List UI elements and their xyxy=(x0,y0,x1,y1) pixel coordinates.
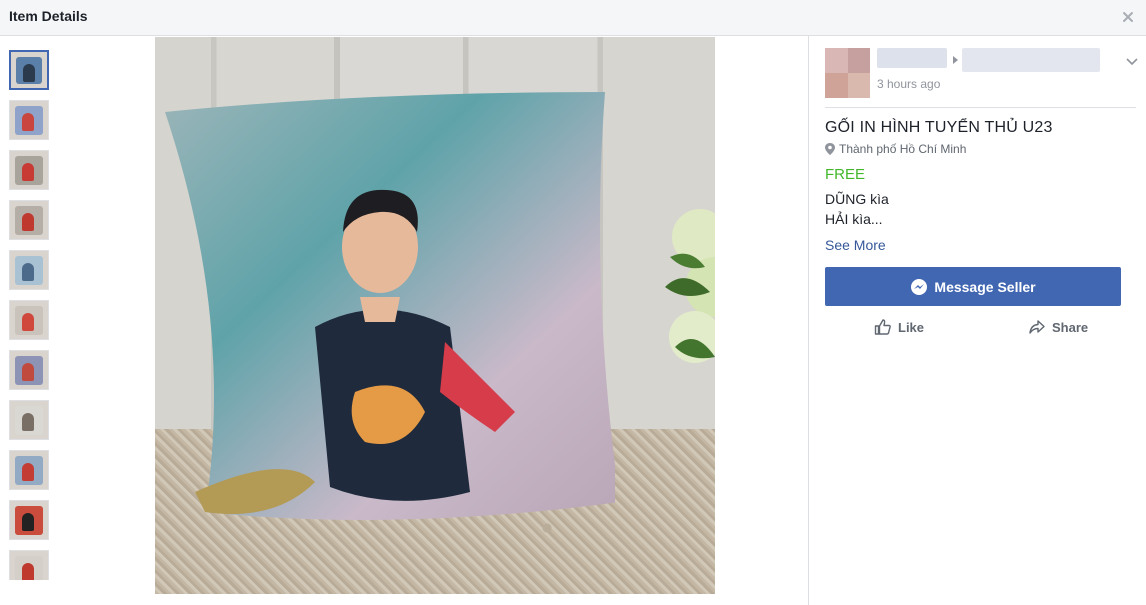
thumbnail-figure xyxy=(22,163,34,181)
item-photo xyxy=(155,37,715,594)
item-title: GỐI IN HÌNH TUYỂN THỦ U23 xyxy=(825,119,1053,136)
description-line: HẢI kìa... xyxy=(825,211,883,227)
like-button[interactable]: Like xyxy=(874,317,924,337)
thumbnail-figure xyxy=(22,113,34,131)
thumbnail-figure xyxy=(23,64,35,82)
like-label: Like xyxy=(898,319,925,335)
close-icon[interactable] xyxy=(1120,9,1136,25)
dialog-title: Item Details xyxy=(9,8,88,24)
thumbnail[interactable] xyxy=(9,450,49,490)
thumbnail[interactable] xyxy=(9,250,49,290)
thumbnail-figure xyxy=(22,413,34,431)
thumbnail[interactable] xyxy=(9,300,49,340)
description-line: DŨNG kìa xyxy=(825,191,889,207)
share-label: Share xyxy=(1052,319,1089,335)
thumbnail-figure xyxy=(22,313,34,331)
thumbnail[interactable] xyxy=(9,200,49,240)
location-label: Thành phố Hồ Chí Minh xyxy=(839,142,967,156)
thumbnail[interactable] xyxy=(9,50,49,90)
post-timestamp[interactable]: 3 hours ago xyxy=(877,77,940,91)
messenger-icon xyxy=(911,278,928,295)
separator xyxy=(825,107,1136,108)
thumbnail-figure xyxy=(22,363,34,381)
thumbnail-figure xyxy=(22,463,34,481)
thumbnail[interactable] xyxy=(9,350,49,390)
thumbnail-figure xyxy=(22,563,34,580)
thumbnail-figure xyxy=(22,213,34,231)
breadcrumb-arrow-icon xyxy=(953,56,958,64)
pillow-image xyxy=(165,92,615,520)
thumbnail-strip xyxy=(9,50,51,580)
see-more-link[interactable]: See More xyxy=(825,237,886,253)
seller-name-redacted[interactable] xyxy=(877,48,947,68)
location-pin-icon xyxy=(825,143,835,155)
item-price: FREE xyxy=(825,166,866,183)
panel-divider xyxy=(808,36,809,605)
thumbnail-figure xyxy=(22,263,34,281)
dialog-header: Item Details xyxy=(0,0,1146,36)
thumbnail[interactable] xyxy=(9,100,49,140)
avatar[interactable] xyxy=(825,48,870,98)
item-location: Thành phố Hồ Chí Minh xyxy=(825,142,966,156)
share-arrow-icon xyxy=(1029,320,1045,334)
flower-decoration xyxy=(665,209,715,363)
thumbs-up-icon xyxy=(874,319,891,335)
share-button[interactable]: Share xyxy=(1028,317,1088,337)
message-seller-button[interactable]: Message Seller xyxy=(825,267,1121,306)
chevron-down-icon[interactable] xyxy=(1125,54,1139,68)
thumbnail[interactable] xyxy=(9,500,49,540)
thumbnail[interactable] xyxy=(9,400,49,440)
thumbnail[interactable] xyxy=(9,150,49,190)
group-name-redacted[interactable] xyxy=(962,48,1100,72)
details-panel: 3 hours ago GỐI IN HÌNH TUYỂN THỦ U23 Th… xyxy=(825,36,1139,596)
thumbnail-figure xyxy=(22,513,34,531)
thumbnail[interactable] xyxy=(9,550,49,580)
message-seller-label: Message Seller xyxy=(934,278,1036,295)
